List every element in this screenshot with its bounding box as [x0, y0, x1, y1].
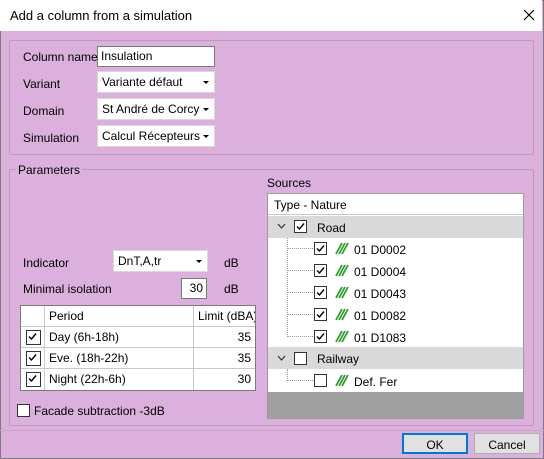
min-isolation-label: Minimal isolation: [23, 282, 112, 296]
column-header-limit: Limit (dBA): [194, 306, 255, 327]
checkmark-icon: [316, 245, 325, 253]
road-icon: [335, 242, 349, 255]
road-icon: [335, 308, 349, 321]
divider: [0, 430, 544, 431]
road-item-checkbox[interactable]: [314, 308, 327, 321]
simulation-value: Calcul Récepteurs: [102, 129, 201, 143]
table-row-checkbox-cell: [21, 348, 45, 369]
cancel-button[interactable]: Cancel: [474, 433, 540, 454]
chevron-down-icon: [203, 81, 209, 84]
road-item-checkbox[interactable]: [314, 330, 327, 343]
road-label: Road: [317, 221, 346, 235]
tree-line: [287, 380, 313, 381]
table-row-period: Day (6h-18h): [45, 327, 194, 348]
checkmark-icon: [28, 375, 37, 383]
min-isolation-input[interactable]: 30: [181, 278, 207, 299]
railway-icon: [335, 374, 349, 387]
table-row-checkbox-cell: [21, 369, 45, 390]
chevron-down-icon[interactable]: [277, 355, 286, 362]
checkmark-icon: [28, 354, 37, 362]
sources-label: Sources: [267, 176, 312, 190]
railway-checkbox[interactable]: [294, 352, 307, 365]
table-row-limit[interactable]: 30: [194, 369, 255, 390]
list-item[interactable]: 01 D0002: [354, 243, 406, 257]
table-row-period: Eve. (18h-22h): [45, 348, 194, 369]
close-button[interactable]: [516, 3, 542, 27]
column-name-label: Column name: [23, 50, 98, 64]
domain-value: St André de Corcy: [102, 102, 200, 116]
column-name-input[interactable]: Insulation: [97, 46, 215, 67]
chevron-down-icon[interactable]: [277, 223, 286, 230]
chevron-down-icon: [196, 260, 202, 263]
chevron-down-icon: [203, 108, 209, 111]
checkmark-icon: [28, 333, 37, 341]
checkmark-icon: [316, 289, 325, 297]
period-night-checkbox[interactable]: [26, 372, 41, 387]
tree-line: [287, 314, 313, 315]
railway-label: Railway: [317, 352, 360, 366]
road-icon: [335, 330, 349, 343]
tree-line: [287, 292, 313, 293]
road-item-checkbox[interactable]: [314, 286, 327, 299]
list-item[interactable]: 01 D0082: [354, 309, 406, 323]
period-day-checkbox[interactable]: [26, 330, 41, 345]
dialog-title: Add a column from a simulation: [10, 8, 193, 23]
road-icon: [335, 286, 349, 299]
road-item-checkbox[interactable]: [314, 242, 327, 255]
checkmark-icon: [316, 311, 325, 319]
table-row-checkbox-cell: [21, 327, 45, 348]
list-item[interactable]: 01 D1083: [354, 331, 406, 345]
column-header-period: Period: [45, 306, 194, 327]
checkmark-icon: [296, 223, 305, 231]
railway-item-checkbox[interactable]: [314, 374, 327, 387]
table-row-limit[interactable]: 35: [194, 327, 255, 348]
checkmark-icon: [316, 267, 325, 275]
variant-select[interactable]: Variante défaut: [97, 71, 215, 93]
min-isolation-unit: dB: [224, 282, 239, 296]
domain-label: Domain: [23, 104, 65, 118]
checkmark-icon: [316, 333, 325, 341]
parameters-group-label: Parameters: [16, 163, 83, 177]
table-row-period: Night (22h-6h): [45, 369, 194, 390]
indicator-label: Indicator: [23, 256, 70, 270]
table-header-corner: [21, 306, 45, 327]
indicator-value: DnT,A,tr: [118, 254, 162, 268]
list-item[interactable]: 01 D0043: [354, 287, 406, 301]
variant-value: Variante défaut: [102, 75, 183, 89]
road-checkbox[interactable]: [294, 220, 307, 233]
ok-button[interactable]: OK: [402, 433, 468, 454]
simulation-label: Simulation: [23, 131, 80, 145]
facade-subtraction-label: Facade subtraction -3dB: [34, 404, 165, 418]
sources-tree-empty-area: [268, 392, 523, 418]
variant-label: Variant: [23, 77, 61, 91]
table-row-limit[interactable]: 35: [194, 348, 255, 369]
indicator-select[interactable]: DnT,A,tr: [113, 250, 208, 272]
facade-subtraction-checkbox[interactable]: [17, 404, 30, 417]
period-eve-checkbox[interactable]: [26, 351, 41, 366]
road-item-checkbox[interactable]: [314, 264, 327, 277]
tree-line: [287, 237, 288, 337]
road-icon: [335, 264, 349, 277]
tree-line: [287, 248, 313, 249]
chevron-down-icon: [203, 135, 209, 138]
close-icon: [523, 9, 535, 21]
list-item[interactable]: 01 D0004: [354, 265, 406, 279]
simulation-select[interactable]: Calcul Récepteurs: [97, 125, 215, 147]
sources-tree-header: Type - Nature: [268, 194, 523, 215]
domain-select[interactable]: St André de Corcy: [97, 98, 215, 120]
list-item[interactable]: Def. Fer: [354, 375, 397, 389]
tree-line: [287, 270, 313, 271]
indicator-unit: dB: [224, 256, 239, 270]
tree-line: [287, 336, 313, 337]
